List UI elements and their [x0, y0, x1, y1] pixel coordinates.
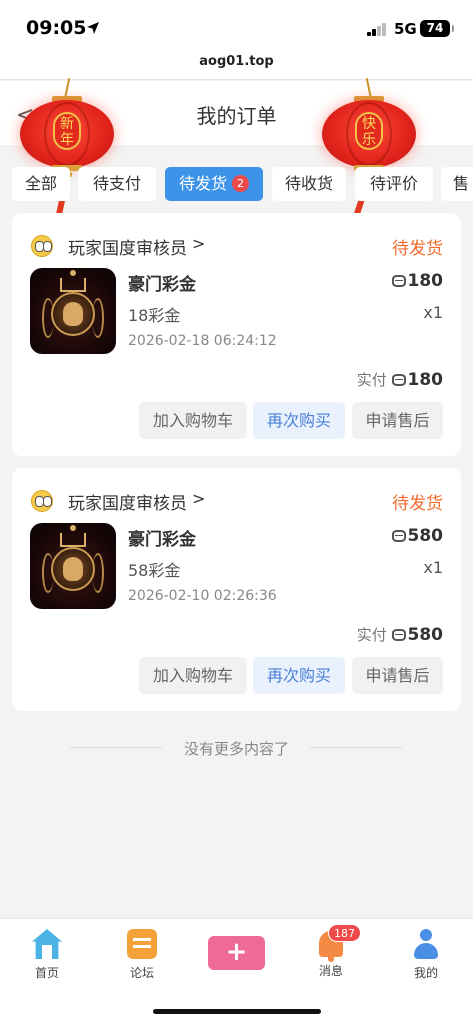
tab-pending-receipt[interactable]: 待收货 [272, 167, 346, 201]
network-type: 5G [394, 20, 417, 38]
lantern-right-icon: 快乐 [322, 78, 416, 228]
tabbar-forum[interactable]: 论坛 [112, 929, 172, 981]
tab-pending-review[interactable]: 待评价 [355, 167, 433, 201]
chevron-right-icon[interactable]: > [192, 489, 205, 508]
order-card: 玩家国度审核员 > 待发货 豪门彩金 58彩金 2026-02-10 02:26… [12, 468, 461, 711]
end-of-list-text: 没有更多内容了 [183, 740, 289, 758]
product-quantity: x1 [423, 558, 443, 577]
url-text: aog01.top [199, 54, 274, 69]
tab-badge: 2 [232, 175, 249, 192]
product-name: 豪门彩金 [128, 530, 196, 550]
chevron-right-icon[interactable]: > [192, 234, 205, 253]
tabbar-label: 消息 [318, 964, 343, 978]
tab-after-sale[interactable]: 售 [441, 167, 473, 201]
shop-avatar-icon [31, 235, 53, 257]
order-card: 玩家国度审核员 > 待发货 豪门彩金 18彩金 2026-02-18 06:24… [12, 213, 461, 456]
order-time: 2026-02-10 02:26:36 [128, 588, 277, 604]
order-status: 待发货 [392, 494, 443, 514]
signal-icon [367, 23, 387, 36]
rebuy-button[interactable]: 再次购买 [253, 657, 345, 694]
tab-pending-payment[interactable]: 待支付 [78, 167, 156, 201]
home-icon [32, 929, 62, 959]
product-image[interactable] [30, 268, 116, 354]
tab-label: 待发货 [178, 174, 227, 193]
order-tabs: 全部 待支付 待发货 2 待收货 待评价 售 [0, 162, 473, 204]
tab-label: 待评价 [369, 174, 418, 193]
tabbar-label: 我的 [413, 966, 438, 980]
product-spec: 58彩金 [128, 561, 181, 580]
price-value: 180 [407, 271, 444, 291]
product-spec: 18彩金 [128, 306, 181, 325]
price-value: 580 [407, 526, 444, 546]
browser-url-bar[interactable]: aog01.top [0, 52, 473, 80]
coin-icon [391, 374, 406, 386]
paid-value: 180 [407, 370, 444, 390]
order-status: 待发货 [392, 239, 443, 259]
tab-all[interactable]: 全部 [12, 167, 70, 201]
location-arrow-icon [87, 22, 99, 34]
rebuy-button[interactable]: 再次购买 [253, 402, 345, 439]
lantern-left-text: 新年 [53, 112, 81, 150]
after-sale-button[interactable]: 申请售后 [352, 657, 443, 694]
product-image[interactable] [30, 523, 116, 609]
product-name: 豪门彩金 [128, 275, 196, 295]
coin-icon [391, 530, 406, 542]
tab-label: 待支付 [92, 174, 141, 193]
product-quantity: x1 [423, 303, 443, 322]
tabbar-home[interactable]: 首页 [17, 929, 77, 981]
tabbar-mine[interactable]: 我的 [396, 929, 456, 981]
messages-badge: 187 [328, 924, 361, 942]
order-time: 2026-02-18 06:24:12 [128, 333, 277, 349]
tab-pending-shipment[interactable]: 待发货 2 [165, 167, 263, 201]
shop-name[interactable]: 玩家国度审核员 [68, 489, 187, 514]
after-sale-button[interactable]: 申请售后 [352, 402, 443, 439]
tabbar-label: 首页 [34, 966, 59, 980]
user-icon [412, 929, 440, 959]
status-time: 09:05 [26, 17, 87, 39]
add-to-cart-button[interactable]: 加入购物车 [139, 657, 247, 694]
product-price: 580 [391, 526, 444, 546]
post-button[interactable]: + [208, 936, 265, 970]
shop-avatar-icon [31, 490, 53, 512]
shop-name[interactable]: 玩家国度审核员 [68, 234, 187, 259]
tab-label: 全部 [24, 174, 57, 193]
paid-label: 实付 [356, 626, 387, 644]
tabbar-label: 论坛 [129, 966, 154, 980]
coin-icon [391, 275, 406, 287]
battery-icon: 74 [420, 20, 454, 37]
tab-label: 待收货 [284, 174, 333, 193]
tab-label: 售 [452, 174, 469, 193]
coin-icon [391, 629, 406, 641]
paid-value: 580 [407, 625, 444, 645]
paid-amount: 实付 580 [357, 624, 443, 645]
add-to-cart-button[interactable]: 加入购物车 [139, 402, 247, 439]
paid-amount: 实付 180 [357, 369, 443, 390]
product-price: 180 [391, 271, 444, 291]
forum-icon [127, 929, 157, 959]
lantern-right-text: 快乐 [355, 112, 383, 150]
status-bar: 09:05 5G 74 [0, 0, 473, 52]
paid-label: 实付 [356, 371, 387, 389]
lantern-left-icon: 新年 [20, 78, 114, 228]
home-indicator [153, 1009, 321, 1014]
